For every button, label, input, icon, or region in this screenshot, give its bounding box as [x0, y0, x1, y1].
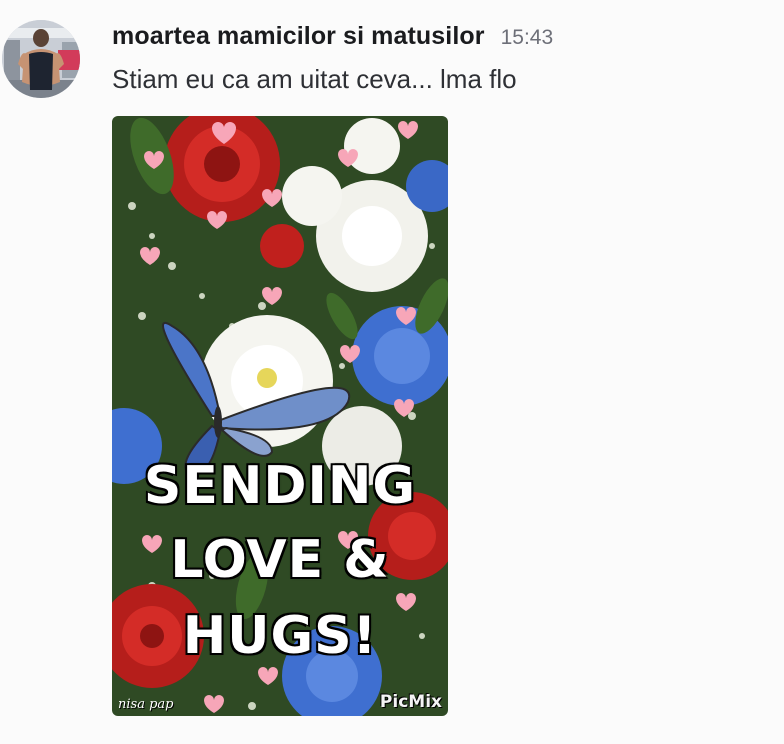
gif-caption-line-3: HUGS!	[182, 606, 378, 666]
gif-caption-line-1: SENDING	[143, 456, 417, 516]
chat-message: moartea mamicilor si matusilor 15:43 Sti…	[0, 0, 784, 744]
timestamp[interactable]: 15:43	[501, 26, 554, 50]
message-text: Stiam eu ca am uitat ceva... lma flo	[112, 64, 517, 94]
gif-caption-line-2: LOVE &	[170, 530, 390, 590]
message-header: moartea mamicilor si matusilor 15:43	[112, 22, 553, 58]
user-avatar[interactable]	[2, 20, 80, 98]
gif-signature: nisa pap	[118, 697, 174, 712]
username[interactable]: moartea mamicilor si matusilor	[112, 22, 485, 51]
gif-watermark: PicMix	[379, 692, 442, 712]
gif-attachment[interactable]: SENDING LOVE & HUGS! nisa pap PicMix	[112, 116, 448, 716]
avatar-image	[2, 20, 80, 98]
